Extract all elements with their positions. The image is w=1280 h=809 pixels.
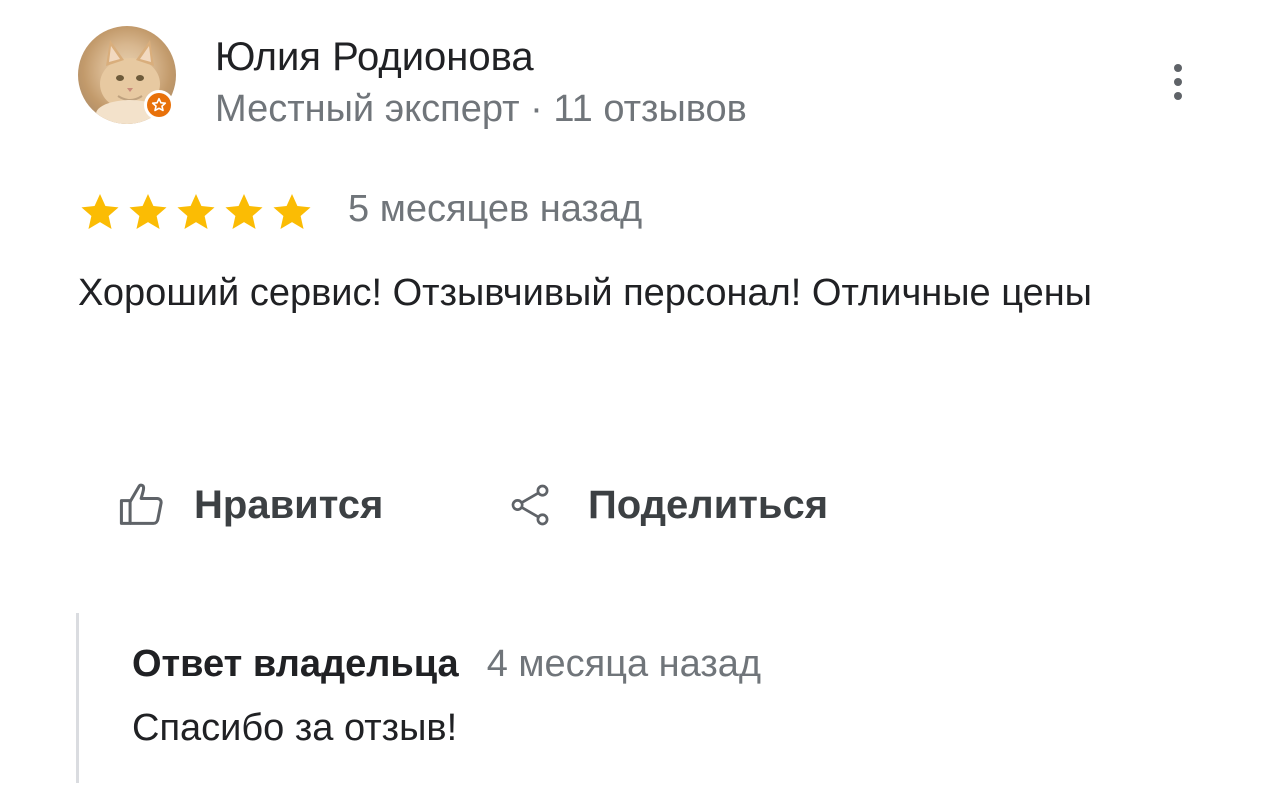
owner-reply: Ответ владельца 4 месяца назад Спасибо з… (76, 613, 761, 783)
local-guide-badge (144, 90, 174, 120)
owner-reply-text: Спасибо за отзыв! (132, 707, 458, 749)
star-icon (273, 194, 311, 229)
local-guide-star-icon (147, 93, 171, 117)
share-icon (511, 484, 549, 526)
owner-reply-header: Ответ владельца 4 месяца назад (132, 643, 761, 686)
author-avatar[interactable] (78, 26, 176, 124)
review-time: 5 месяцев назад (348, 188, 643, 230)
star-icon (129, 194, 167, 229)
author-name[interactable]: Юлия Родионова (215, 33, 534, 81)
more-options-button[interactable] (1156, 56, 1200, 108)
star-rating (78, 190, 314, 234)
share-button[interactable]: Поделиться (508, 474, 828, 536)
star-icon (177, 194, 215, 229)
more-vertical-icon-dot (1174, 92, 1182, 100)
thumbs-up-icon (119, 483, 163, 525)
star-icon (225, 194, 263, 229)
owner-reply-title: Ответ владельца (132, 643, 459, 685)
like-label: Нравится (194, 482, 384, 527)
author-meta: Местный эксперт · 11 отзывов (215, 88, 747, 130)
review-text: Хороший сервис! Отзывчивый персонал! Отл… (78, 272, 1092, 314)
more-vertical-icon (1174, 64, 1182, 72)
like-button[interactable]: Нравится (116, 474, 383, 536)
share-label: Поделиться (588, 482, 829, 527)
owner-reply-time: 4 месяца назад (486, 643, 762, 685)
more-vertical-icon-dot (1174, 78, 1182, 86)
star-icon (81, 194, 119, 229)
